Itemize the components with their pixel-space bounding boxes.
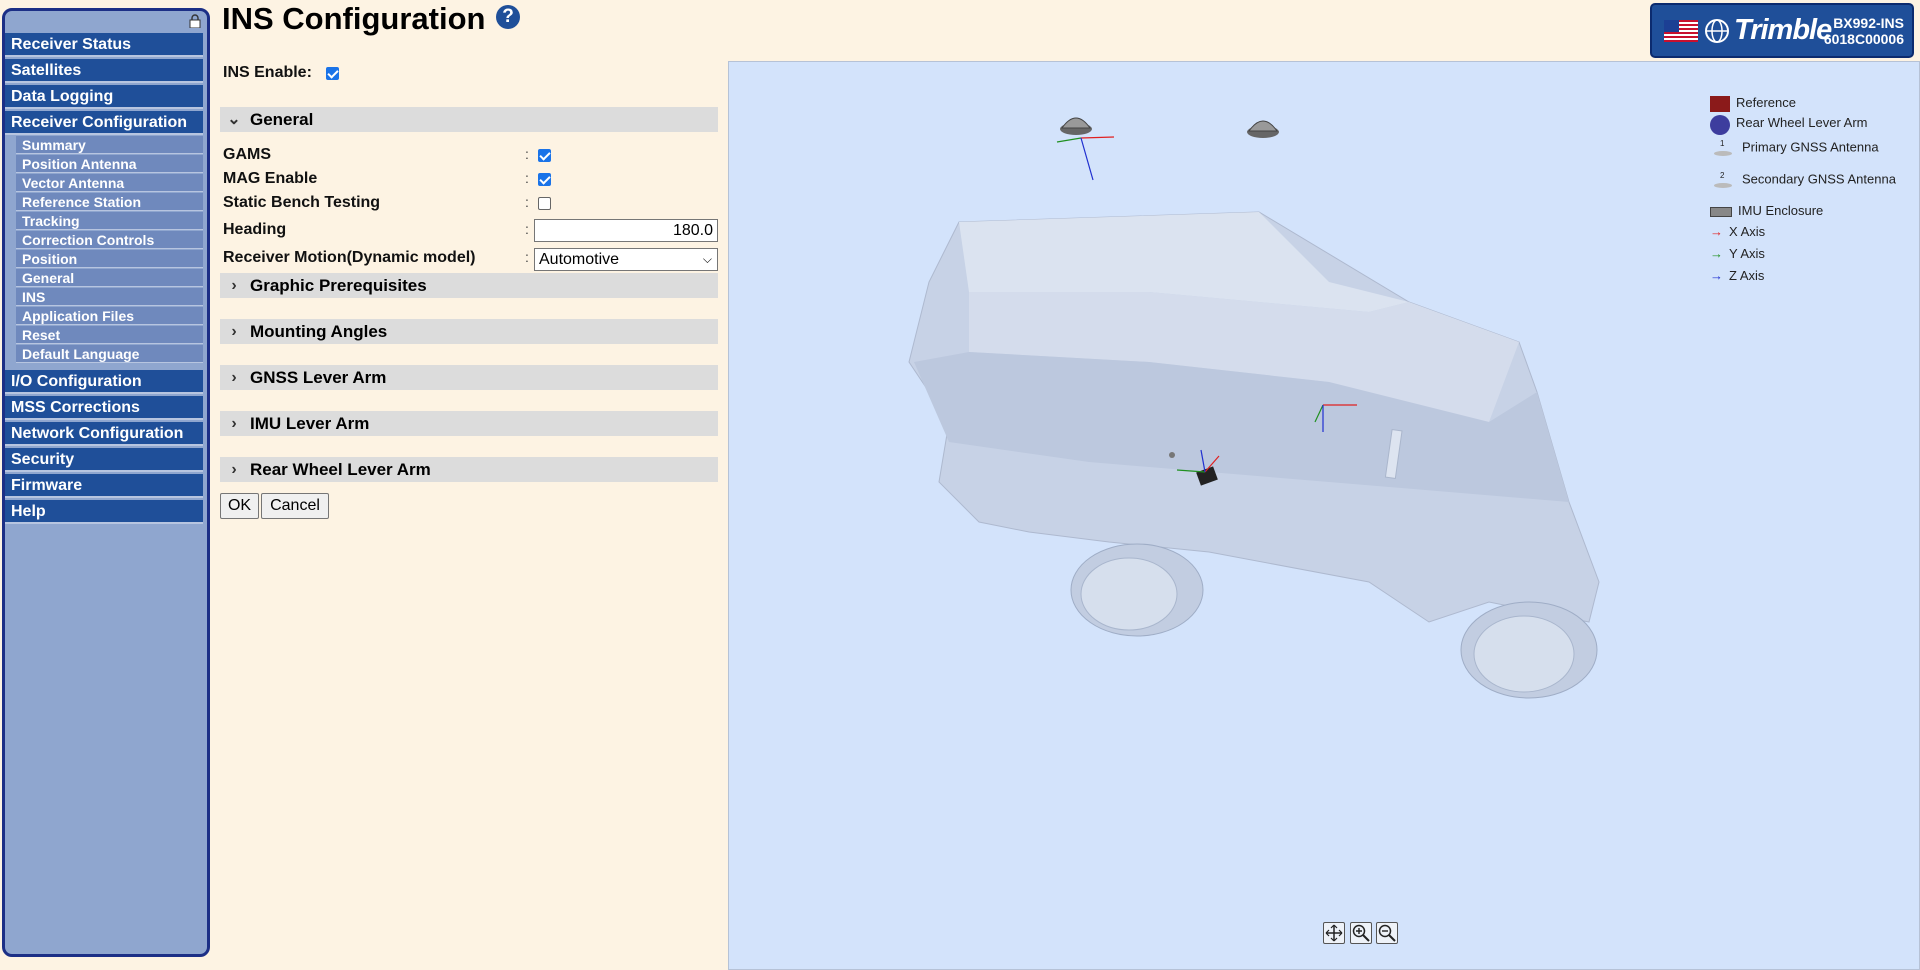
section-rear-wheel-lever-arm[interactable]: › Rear Wheel Lever Arm — [220, 457, 718, 482]
legend-label: IMU Enclosure — [1738, 203, 1824, 218]
chevron-right-icon: › — [231, 415, 237, 432]
imu-enclosure-legend-icon — [1710, 206, 1732, 217]
sidebar-subitem-summary[interactable]: Summary — [16, 136, 203, 154]
static-bench-label: Static Bench Testing — [223, 194, 381, 211]
legend-secondary-antenna: 2 Secondary GNSS Antenna — [1710, 171, 1896, 189]
receiver-motion-value: Automotive — [539, 251, 620, 268]
mag-enable-checkbox[interactable] — [538, 173, 551, 186]
z-axis-arrow-icon: → — [1710, 268, 1723, 283]
mag-enable-label: MAG Enable — [223, 170, 318, 187]
sidebar-subitem-tracking[interactable]: Tracking — [16, 212, 203, 230]
gams-checkbox[interactable] — [538, 149, 551, 162]
legend-label: Z Axis — [1729, 268, 1765, 283]
trimble-logo: Trimble — [1734, 14, 1832, 46]
chevron-right-icon: › — [231, 461, 237, 478]
section-general[interactable]: ⌄ General — [220, 107, 718, 132]
zoom-out-icon[interactable] — [1376, 922, 1398, 944]
legend-imu-enclosure: IMU Enclosure — [1710, 203, 1823, 218]
sidebar-subitem-vector-antenna[interactable]: Vector Antenna — [16, 174, 203, 192]
help-icon[interactable]: ? — [496, 5, 520, 29]
reference-swatch-icon — [1710, 95, 1730, 112]
sidebar-subitem-position-antenna[interactable]: Position Antenna — [16, 155, 203, 173]
legend-z-axis: → Z Axis — [1710, 268, 1764, 283]
device-serial: 6018C00006 — [1823, 31, 1904, 47]
section-mounting-angles[interactable]: › Mounting Angles — [220, 319, 718, 344]
chevron-right-icon: › — [231, 277, 237, 294]
device-model-name: BX992-INS — [1833, 15, 1904, 31]
receiver-motion-select[interactable]: Automotive ⌵ — [534, 248, 718, 271]
zoom-in-icon[interactable] — [1350, 922, 1372, 944]
sidebar-subitem-reference-station[interactable]: Reference Station — [16, 193, 203, 211]
section-title: GNSS Lever Arm — [250, 368, 387, 387]
sidebar-subitem-reset[interactable]: Reset — [16, 326, 203, 344]
brand-banner: Trimble BX992-INS 6018C00006 — [1650, 3, 1914, 58]
secondary-antenna-icon — [1247, 120, 1279, 138]
sidebar-item-mss-corrections[interactable]: MSS Corrections — [5, 396, 203, 420]
legend-y-axis: → Y Axis — [1710, 246, 1765, 261]
section-title: Graphic Prerequisites — [250, 276, 427, 295]
legend-label: Secondary GNSS Antenna — [1742, 171, 1896, 187]
legend-rear-wheel: Rear Wheel Lever Arm — [1710, 115, 1868, 135]
section-title: Mounting Angles — [250, 322, 388, 341]
section-general-title: General — [250, 110, 314, 129]
heading-input[interactable]: 180.0 — [534, 219, 718, 242]
sidebar-subitem-application-files[interactable]: Application Files — [16, 307, 203, 325]
cancel-button[interactable]: Cancel — [261, 493, 329, 519]
legend-label: Y Axis — [1729, 246, 1765, 261]
legend-primary-antenna: 1 Primary GNSS Antenna — [1710, 139, 1879, 157]
primary-antenna-icon — [1060, 117, 1092, 135]
sidebar-item-security[interactable]: Security — [5, 448, 203, 472]
sidebar-item-io-configuration[interactable]: I/O Configuration — [5, 370, 203, 394]
us-flag-icon — [1664, 20, 1698, 42]
vehicle-model — [908, 117, 1600, 699]
receiver-motion-label: Receiver Motion(Dynamic model) — [223, 249, 476, 266]
heading-label: Heading — [223, 221, 287, 238]
section-imu-lever-arm[interactable]: › IMU Lever Arm — [220, 411, 718, 436]
y-axis-arrow-icon: → — [1710, 246, 1723, 261]
legend-label: Primary GNSS Antenna — [1742, 139, 1879, 155]
fit-view-icon[interactable] — [1323, 922, 1345, 944]
legend-label: Reference — [1736, 95, 1796, 110]
sidebar-item-receiver-status[interactable]: Receiver Status — [5, 33, 203, 57]
static-bench-checkbox[interactable] — [538, 197, 551, 210]
sidebar-subitem-default-language[interactable]: Default Language — [16, 345, 203, 363]
primary-antenna-legend-icon: 1 — [1710, 139, 1736, 157]
ok-button[interactable]: OK — [220, 493, 259, 519]
section-title: Rear Wheel Lever Arm — [250, 460, 431, 479]
page-title: INS Configuration — [222, 1, 486, 36]
sidebar-subitem-ins[interactable]: INS — [16, 288, 203, 306]
gams-label: GAMS — [223, 146, 271, 163]
x-axis-arrow-icon: → — [1710, 224, 1723, 239]
sidebar-item-network-configuration[interactable]: Network Configuration — [5, 422, 203, 446]
rear-wheel-swatch-icon — [1710, 115, 1730, 135]
chevron-right-icon: › — [231, 369, 237, 386]
trimble-globe-icon — [1705, 19, 1729, 43]
chevron-right-icon: › — [231, 323, 237, 340]
lock-icon[interactable] — [189, 14, 201, 28]
sidebar-subitem-general[interactable]: General — [16, 269, 203, 287]
secondary-antenna-legend-icon: 2 — [1710, 171, 1736, 189]
chevron-down-icon: ⌵ — [702, 252, 712, 266]
legend-label: Rear Wheel Lever Arm — [1736, 115, 1868, 130]
vehicle-3d-viewer[interactable] — [728, 61, 1920, 970]
ins-enable-checkbox[interactable] — [326, 67, 339, 80]
section-gnss-lever-arm[interactable]: › GNSS Lever Arm — [220, 365, 718, 390]
legend-x-axis: → X Axis — [1710, 224, 1765, 239]
ins-enable-label: INS Enable: — [223, 64, 312, 81]
sidebar-item-receiver-configuration[interactable]: Receiver Configuration — [5, 111, 203, 135]
sidebar-item-firmware[interactable]: Firmware — [5, 474, 203, 498]
legend-reference: Reference — [1710, 95, 1796, 112]
sidebar-item-data-logging[interactable]: Data Logging — [5, 85, 203, 109]
sidebar-subitem-position[interactable]: Position — [16, 250, 203, 268]
sidebar-item-help[interactable]: Help — [5, 500, 203, 524]
sidebar-subitem-correction-controls[interactable]: Correction Controls — [16, 231, 203, 249]
device-model: BX992-INS 6018C00006 — [1824, 15, 1904, 47]
section-title: IMU Lever Arm — [250, 414, 370, 433]
chevron-down-icon: ⌄ — [227, 111, 241, 128]
sidebar-item-satellites[interactable]: Satellites — [5, 59, 203, 83]
section-graphic-prerequisites[interactable]: › Graphic Prerequisites — [220, 273, 718, 298]
legend-label: X Axis — [1729, 224, 1766, 239]
